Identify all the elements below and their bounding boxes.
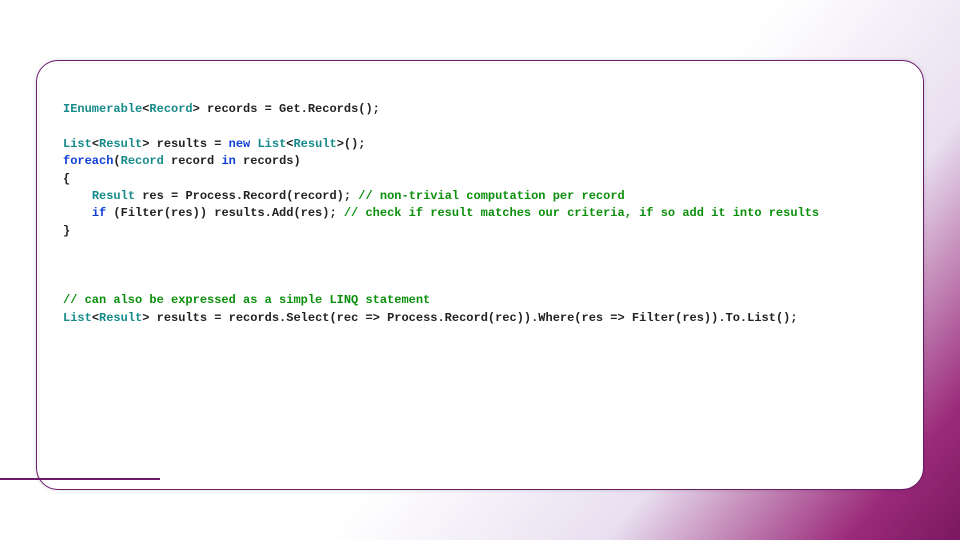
type-token: Record <box>121 154 164 168</box>
code-text: >(); <box>337 137 366 151</box>
slide-root: LET'S PARALLELIZE THIS CODE… IEnumerable… <box>0 0 960 540</box>
keyword-token: foreach <box>63 154 113 168</box>
slide-title: LET'S PARALLELIZE THIS CODE… <box>36 10 615 49</box>
code-indent <box>63 206 92 220</box>
comment-token: // check if result matches our criteria,… <box>344 206 819 220</box>
code-text: > results = records.Select(rec => Proces… <box>142 311 797 325</box>
code-text: { <box>63 172 70 186</box>
type-token: Result <box>99 137 142 151</box>
footer-accent-line <box>0 478 160 480</box>
keyword-token: new <box>229 137 251 151</box>
type-token: List <box>63 311 92 325</box>
type-token: IEnumerable <box>63 102 142 116</box>
type-token: Result <box>293 137 336 151</box>
code-text: > records = Get.Records(); <box>193 102 380 116</box>
type-token: List <box>63 137 92 151</box>
code-block: IEnumerable<Record> records = Get.Record… <box>63 101 897 327</box>
keyword-token: if <box>92 206 106 220</box>
code-text: ( <box>113 154 120 168</box>
code-text: (Filter(res)) results.Add(res); <box>106 206 344 220</box>
type-token: Result <box>92 189 135 203</box>
code-indent <box>63 189 92 203</box>
type-token: List <box>257 137 286 151</box>
comment-token: // can also be expressed as a simple LIN… <box>63 293 430 307</box>
code-text: records) <box>236 154 301 168</box>
code-text: res = Process.Record(record); <box>135 189 358 203</box>
type-token: Result <box>99 311 142 325</box>
comment-token: // non-trivial computation per record <box>358 189 624 203</box>
code-panel: IEnumerable<Record> records = Get.Record… <box>36 60 924 490</box>
code-text: > results = <box>142 137 228 151</box>
keyword-token: in <box>221 154 235 168</box>
code-text: } <box>63 224 70 238</box>
type-token: Record <box>149 102 192 116</box>
code-text: record <box>164 154 222 168</box>
